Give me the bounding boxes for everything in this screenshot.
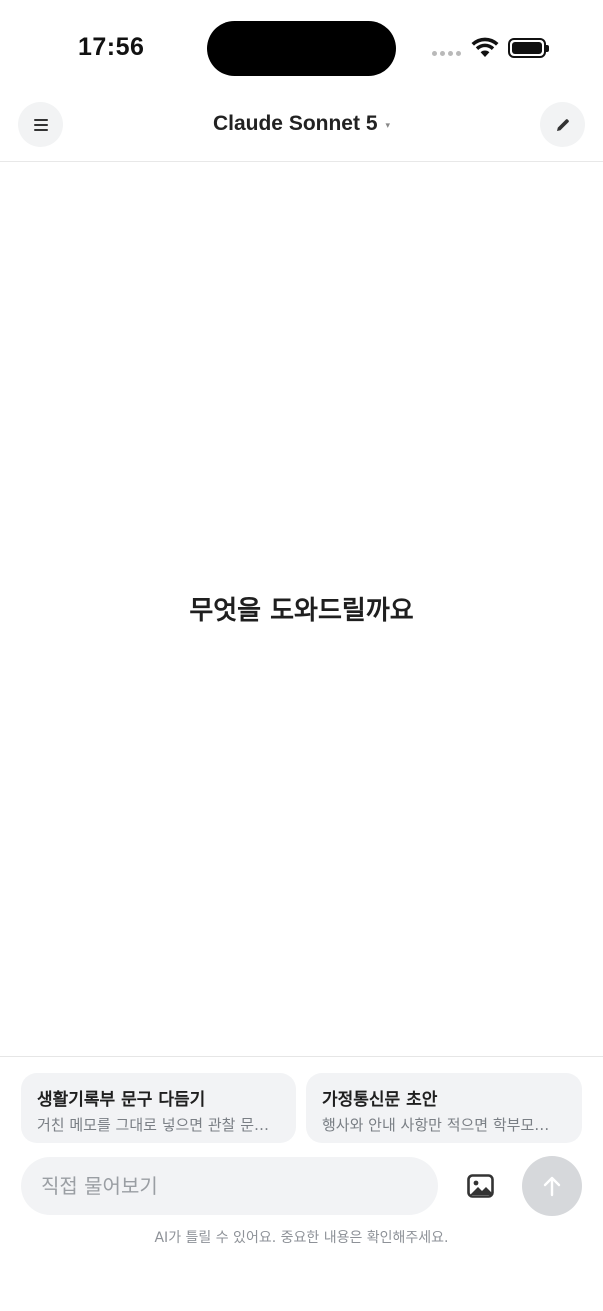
arrow-up-icon xyxy=(543,1176,561,1197)
image-upload-button[interactable] xyxy=(461,1168,499,1204)
status-time: 17:56 xyxy=(78,33,145,61)
cellular-signal-icon xyxy=(432,51,461,56)
suggestion-subtitle: 거친 메모를 그대로 넣으면 관찰 문… xyxy=(37,1116,270,1134)
send-button[interactable] xyxy=(522,1156,582,1216)
pencil-icon xyxy=(556,118,569,131)
suggestion-subtitle: 행사와 안내 사항만 적으면 학부모… xyxy=(322,1116,550,1134)
app-header: Claude Sonnet 5 ▾ xyxy=(0,96,603,162)
model-selector[interactable]: Claude Sonnet 5 ▾ xyxy=(0,112,603,136)
status-bar: 17:56 xyxy=(0,0,603,96)
image-upload-icon xyxy=(466,1174,494,1198)
suggestion-card[interactable]: 가정통신문 초안 행사와 안내 사항만 적으면 학부모… xyxy=(306,1073,582,1143)
suggestion-card[interactable]: 생활기록부 문구 다듬기 거친 메모를 그대로 넣으면 관찰 문… xyxy=(21,1073,296,1143)
composer-area: 생활기록부 문구 다듬기 거친 메모를 그대로 넣으면 관찰 문… 가정통신문 … xyxy=(0,1056,603,1311)
dynamic-island xyxy=(207,21,396,76)
ai-disclaimer: AI가 틀릴 수 있어요. 중요한 내용은 확인해주세요. xyxy=(154,1230,449,1246)
suggestion-list: 생활기록부 문구 다듬기 거친 메모를 그대로 넣으면 관찰 문… 가정통신문 … xyxy=(21,1073,582,1143)
battery-icon xyxy=(508,38,549,58)
greeting-text: 무엇을 도와드릴까요 xyxy=(189,596,414,626)
chevron-down-icon: ▾ xyxy=(385,121,391,131)
wifi-icon xyxy=(471,37,499,62)
chat-input[interactable] xyxy=(21,1157,438,1215)
composer-row xyxy=(21,1156,582,1216)
model-name: Claude Sonnet 5 xyxy=(212,112,378,135)
new-chat-button[interactable] xyxy=(540,102,585,147)
suggestion-title: 생활기록부 문구 다듬기 xyxy=(37,1090,206,1110)
chat-screen: 17:56 Claude Sonnet 5 ▾ 무엇을 도와드릴까요 생활기록부… xyxy=(0,0,603,1311)
suggestion-title: 가정통신문 초안 xyxy=(322,1090,438,1110)
